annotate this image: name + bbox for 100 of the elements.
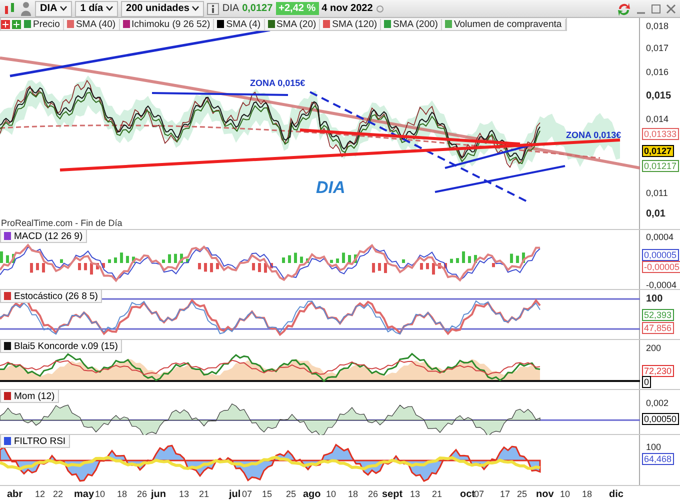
axis-label: 0,016 — [646, 66, 669, 77]
zone-label: ZONA 0,013€ — [566, 130, 622, 140]
histogram-bar — [216, 263, 219, 270]
interval-dropdown[interactable]: 1 día — [75, 0, 118, 16]
add-icon[interactable] — [1, 20, 10, 28]
date-label: 18 — [348, 489, 358, 499]
date-label: 26 — [137, 489, 148, 499]
histogram-bar — [186, 258, 189, 263]
value-tag: 52,393 — [642, 308, 674, 320]
person-icon[interactable] — [20, 0, 32, 16]
histogram-bar — [96, 263, 99, 270]
add-icon[interactable] — [12, 20, 21, 28]
value-tag: -0,00005 — [642, 260, 680, 273]
date-label: 10 — [95, 489, 106, 499]
histogram-bar — [198, 263, 201, 270]
axis-label: 0,014 — [646, 114, 669, 124]
date-label: may — [74, 489, 94, 500]
legend-label[interactable]: Ichimoku (9 26 52) — [132, 18, 210, 30]
axis-label: 100 — [646, 293, 663, 304]
histogram-bar — [510, 254, 513, 263]
histogram-bar — [0, 251, 3, 263]
units-dropdown[interactable]: 200 unidades — [121, 0, 204, 16]
date-label: 13 — [410, 489, 420, 499]
date-label: nov — [536, 489, 554, 500]
date-label: 18 — [117, 489, 128, 499]
axis-label: 100 — [646, 442, 662, 452]
histogram-bar — [378, 263, 381, 271]
date-label: abr — [7, 489, 23, 500]
chevron-down-icon — [106, 6, 114, 11]
histogram-bar — [60, 259, 63, 263]
axis-label: 0,011 — [646, 188, 668, 198]
date-label: jun — [151, 489, 166, 500]
histogram-bar — [306, 258, 309, 263]
maximize-icon[interactable] — [650, 2, 662, 14]
legend-label[interactable]: SMA (20) — [276, 18, 316, 30]
histogram-bar — [300, 256, 303, 263]
date-label: 21 — [199, 489, 210, 499]
histogram-bar — [294, 252, 297, 263]
value-tag: 0,0127 — [642, 144, 674, 157]
value-tag: 0,00050 — [642, 413, 679, 426]
legend-label[interactable]: SMA (40) — [76, 18, 116, 30]
histogram-bar — [474, 254, 477, 263]
value-tag: 0,01333 — [642, 128, 679, 140]
histogram-bar — [402, 259, 405, 263]
date-label: 21 — [432, 489, 442, 499]
histogram-bar — [384, 263, 387, 274]
histogram-bar — [42, 263, 45, 272]
legend-label[interactable]: SMA (120) — [332, 18, 378, 30]
close-icon[interactable] — [665, 2, 677, 14]
histogram-bar — [108, 259, 111, 263]
legend-label[interactable]: SMA (200) — [393, 18, 438, 30]
info-icon[interactable] — [207, 2, 220, 14]
histogram-bar — [6, 255, 9, 263]
date-label: ago — [303, 489, 321, 500]
histogram-bar — [120, 252, 123, 263]
date-label: 15 — [262, 489, 272, 499]
date-label: 07 — [242, 489, 252, 499]
axis-label: -0,0004 — [646, 280, 677, 290]
value-tag: 64,468 — [642, 452, 674, 464]
histogram-bar — [288, 255, 291, 263]
axis-label: 0,018 — [646, 21, 669, 32]
quote-symbol: DIA — [222, 3, 240, 14]
histogram-bar — [204, 263, 207, 272]
histogram-bar — [174, 254, 177, 263]
histogram-bar — [132, 256, 135, 263]
histogram-bar — [462, 251, 465, 263]
refresh-icon[interactable] — [616, 2, 632, 16]
change-badge: +2,42 % — [276, 2, 319, 15]
date-label: jul — [229, 489, 241, 500]
date-label: 07 — [474, 489, 484, 499]
histogram-bar — [162, 260, 165, 263]
circle-icon — [376, 4, 384, 12]
histogram-bar — [114, 257, 117, 263]
histogram-bar — [258, 263, 261, 272]
histogram-bar — [342, 252, 345, 263]
axis-label: 0,0004 — [646, 232, 674, 242]
date-label: oct — [460, 489, 475, 500]
candlestick-icon[interactable] — [3, 2, 17, 16]
axis-label: 0,017 — [646, 42, 669, 53]
date-label: 13 — [179, 489, 190, 499]
value-tag: 72,230 — [642, 365, 674, 378]
histogram-bar — [438, 263, 441, 269]
histogram-bar — [348, 255, 351, 263]
date-label: 10 — [326, 489, 336, 499]
histogram-bar — [426, 263, 429, 270]
value-tag: 0,00005 — [642, 248, 679, 261]
histogram-bar — [36, 263, 39, 270]
histogram-bar — [252, 263, 255, 270]
date-label: 25 — [286, 489, 296, 499]
histogram-bar — [468, 256, 471, 263]
chevron-down-icon — [60, 6, 68, 11]
date-label: 22 — [53, 489, 64, 499]
histogram-bar — [456, 258, 459, 263]
histogram-bar — [210, 263, 213, 272]
symbol-dropdown[interactable]: DIA — [35, 0, 72, 16]
histogram-bar — [30, 263, 33, 273]
histogram-bar — [420, 263, 423, 270]
legend-label[interactable]: Volumen de compraventa — [454, 18, 562, 30]
legend-label[interactable]: SMA (4) — [226, 18, 261, 30]
legend-label[interactable]: Precio — [33, 18, 60, 30]
